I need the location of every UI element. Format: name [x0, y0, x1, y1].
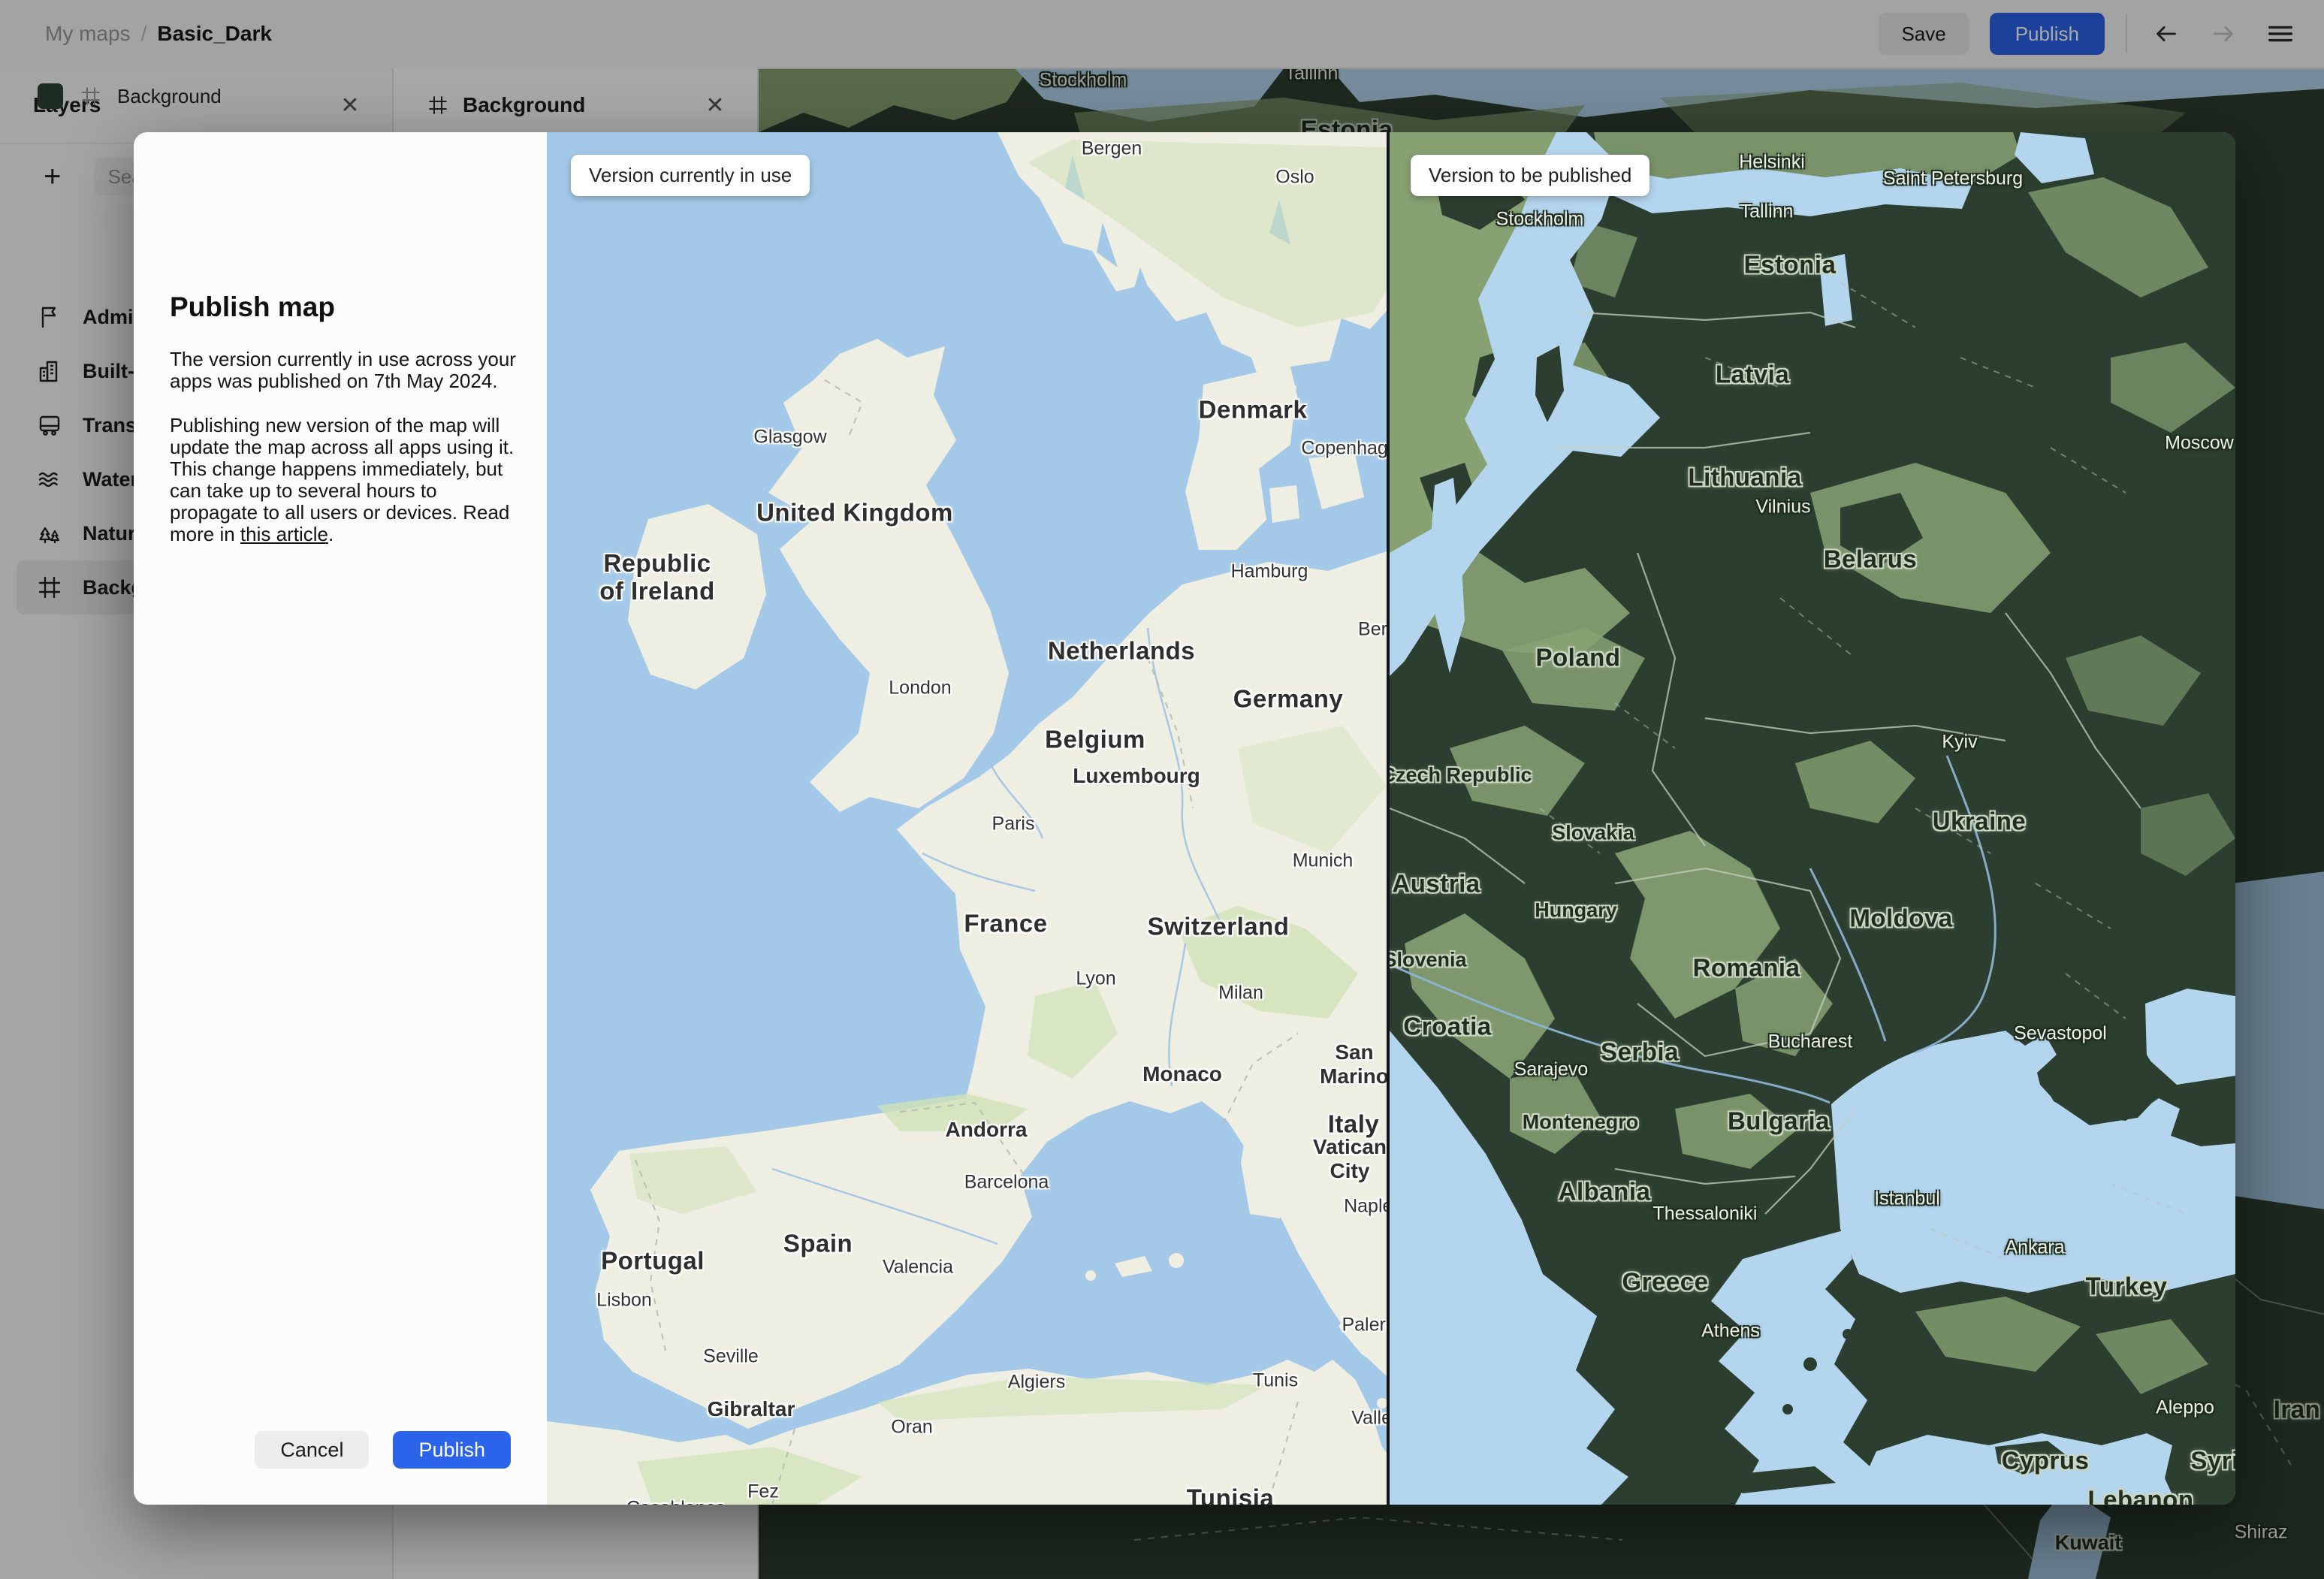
this-article-link[interactable]: this article	[240, 523, 328, 545]
new-version-chip: Version to be published	[1411, 155, 1650, 196]
light-map-svg	[547, 132, 1387, 1505]
dialog-title: Publish map	[170, 291, 335, 322]
dialog-paragraph-2: Publishing new version of the map will u…	[170, 414, 515, 545]
dark-map-svg	[1390, 132, 2235, 1505]
current-version-chip: Version currently in use	[571, 155, 810, 196]
cancel-button[interactable]: Cancel	[255, 1431, 370, 1469]
publish-confirm-button[interactable]: Publish	[393, 1431, 511, 1469]
app-screen: My maps / Basic_Dark Save Publish Stockh…	[0, 0, 2324, 1579]
dialog-paragraph-1: The version currently in use across your…	[170, 348, 516, 392]
publish-dialog-panel: Publish map The version currently in use…	[134, 132, 547, 1505]
current-version-map[interactable]: Version currently in use Bergen Oslo Glasg…	[547, 132, 1387, 1505]
dialog-body: The version currently in use across your…	[170, 349, 520, 568]
dialog-actions: Cancel Publish	[255, 1431, 511, 1469]
new-version-map[interactable]: Version to be published Helsinki Saint Pe…	[1390, 132, 2235, 1505]
publish-dialog: Publish map The version currently in use…	[134, 132, 2235, 1505]
